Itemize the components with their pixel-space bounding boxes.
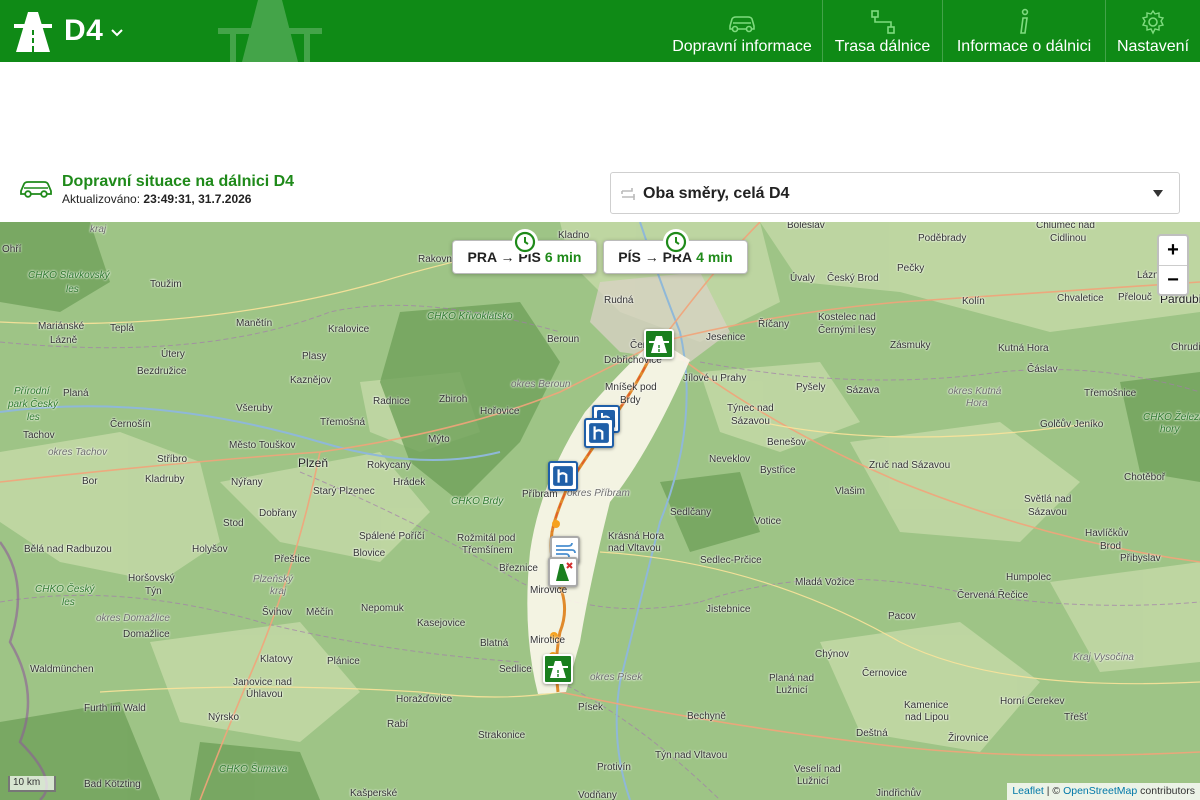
zoom-in-button[interactable]: + — [1159, 236, 1187, 265]
highway-start-marker[interactable] — [644, 329, 674, 359]
zoom-out-button[interactable]: − — [1159, 265, 1187, 294]
nav-highway-info[interactable]: Informace o dálnici — [942, 0, 1105, 62]
attribution-suffix: contributors — [1140, 785, 1195, 797]
chevron-down-icon — [111, 29, 124, 37]
rest-area-icon — [589, 423, 609, 443]
info-icon — [1020, 8, 1029, 34]
travel-time-pis-pra[interactable]: PÍS → PRA 4 min — [603, 229, 748, 274]
top-header: D4 Dopravní informace Trasa dálnice Info… — [0, 0, 1200, 62]
highway-switcher[interactable]: D4 — [14, 9, 124, 53]
clock-wrapper — [662, 229, 689, 255]
nav-highway-info-label: Informace o dálnici — [956, 38, 1092, 55]
traffic-status-title: Dopravní situace na dálnici D4 — [62, 173, 295, 190]
nav-highway-route-label: Trasa dálnice — [834, 38, 931, 55]
traffic-status-bar: Dopravní situace na dálnici D4 Aktualizo… — [0, 162, 1200, 222]
nav-traffic-info-label: Dopravní informace — [672, 38, 812, 55]
map-scale: 10 km — [8, 776, 56, 792]
map-attribution: Leaflet | © OpenStreetMap contributors — [1007, 783, 1200, 800]
nav-traffic-info[interactable]: Dopravní informace — [662, 0, 822, 62]
travel-time-value: 6 min — [544, 249, 582, 265]
road-closure-icon — [556, 562, 573, 581]
attribution-separator: | © — [1046, 785, 1061, 797]
highway-icon — [649, 336, 669, 353]
leaflet-link[interactable]: Leaflet — [1012, 785, 1044, 797]
swap-directions-icon — [621, 188, 635, 200]
highway-end-marker[interactable] — [543, 654, 573, 684]
rest-area-marker[interactable] — [548, 461, 578, 491]
car-icon — [729, 16, 755, 33]
last-updated: Aktualizováno: 23:49:31, 31.7.2026 — [62, 192, 251, 206]
highway-watermark-icon — [218, 0, 322, 62]
nav-settings[interactable]: Nastavení — [1105, 0, 1200, 62]
map-tiles — [0, 222, 1200, 800]
nav-settings-label: Nastavení — [1116, 38, 1190, 55]
zoom-control: + − — [1157, 234, 1189, 296]
travel-time-pra-pis[interactable]: PRA → PÍS 6 min — [452, 229, 597, 274]
highway-logo-icon — [14, 12, 52, 52]
last-updated-label: Aktualizováno: — [62, 192, 141, 206]
traffic-map[interactable]: kraj Ohří CHKO Slavkovský les Toužim Kla… — [0, 222, 1200, 800]
clock-icon — [514, 231, 535, 253]
direction-select[interactable]: Oba směry, celá D4 — [610, 172, 1180, 214]
gear-icon — [1141, 9, 1165, 35]
rest-area-marker[interactable] — [584, 418, 614, 448]
clock-wrapper — [511, 229, 538, 255]
road-closure-marker[interactable] — [548, 557, 578, 587]
rest-area-icon — [553, 466, 573, 486]
osm-link[interactable]: OpenStreetMap — [1063, 785, 1137, 797]
caret-down-icon — [1153, 190, 1163, 197]
highway-title: D4 — [64, 14, 104, 47]
direction-select-value: Oba směry, celá D4 — [643, 185, 790, 202]
nav-highway-route[interactable]: Trasa dálnice — [822, 0, 942, 62]
travel-time-value: 4 min — [696, 249, 733, 265]
main-nav: Dopravní informace Trasa dálnice Informa… — [662, 0, 1200, 62]
highway-icon — [548, 661, 568, 678]
car-icon — [20, 181, 52, 198]
route-icon — [870, 10, 895, 34]
last-updated-value: 23:49:31, 31.7.2026 — [143, 192, 252, 206]
clock-icon — [665, 231, 686, 253]
